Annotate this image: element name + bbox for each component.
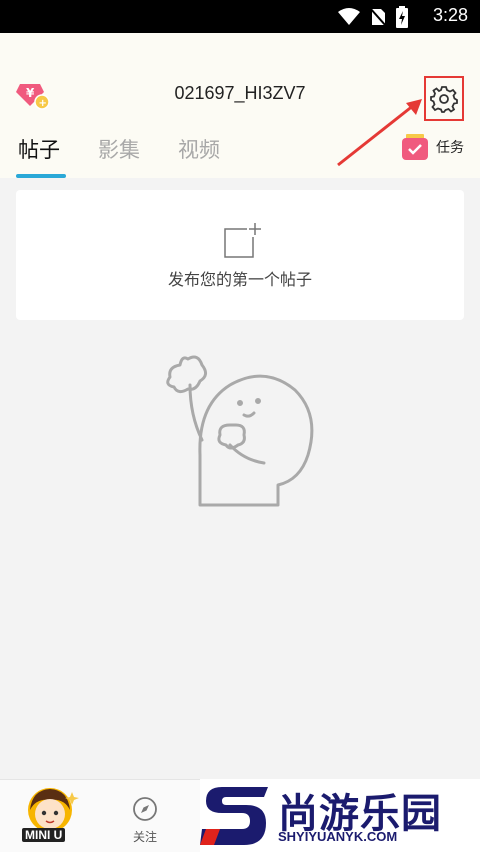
empty-state-illustration [166,355,314,507]
site-watermark: 尚游乐园 SHYIYUANYK.COM [200,779,480,852]
follow-tab[interactable]: 关注 [120,796,170,845]
tab-videos[interactable]: 视频 [178,134,220,164]
task-button[interactable]: 任务 [400,132,464,162]
content-tabs: 帖子 影集 视频 任务 [0,130,480,178]
battery-charging-icon [396,6,408,28]
wifi-icon [338,8,360,25]
home-tab[interactable]: MINI U [20,784,80,846]
watermark-s-logo [200,787,268,845]
tab-albums[interactable]: 影集 [98,134,140,164]
new-post-icon [224,223,261,258]
task-calendar-icon [402,134,428,160]
active-tab-indicator [16,174,66,178]
compass-icon [133,797,157,821]
settings-button[interactable] [424,76,464,121]
no-sim-icon [370,7,386,27]
create-post-prompt: 发布您的第一个帖子 [167,270,312,289]
status-bar: 3:28 [0,0,480,33]
task-label: 任务 [436,140,464,156]
mini-u-logo-text: MINI U [22,828,66,842]
follow-label: 关注 [132,830,157,844]
status-icons [338,6,408,28]
create-post-card[interactable]: 发布您的第一个帖子 [16,190,464,320]
watermark-en-text: SHYIYUANYK.COM [278,829,398,844]
tab-posts[interactable]: 帖子 [18,134,60,164]
profile-header: ¥ + 021697_HI3ZV7 帖子 影集 视频 任务 [0,33,480,178]
gear-icon [430,85,458,113]
status-time: 3:28 [432,5,468,25]
